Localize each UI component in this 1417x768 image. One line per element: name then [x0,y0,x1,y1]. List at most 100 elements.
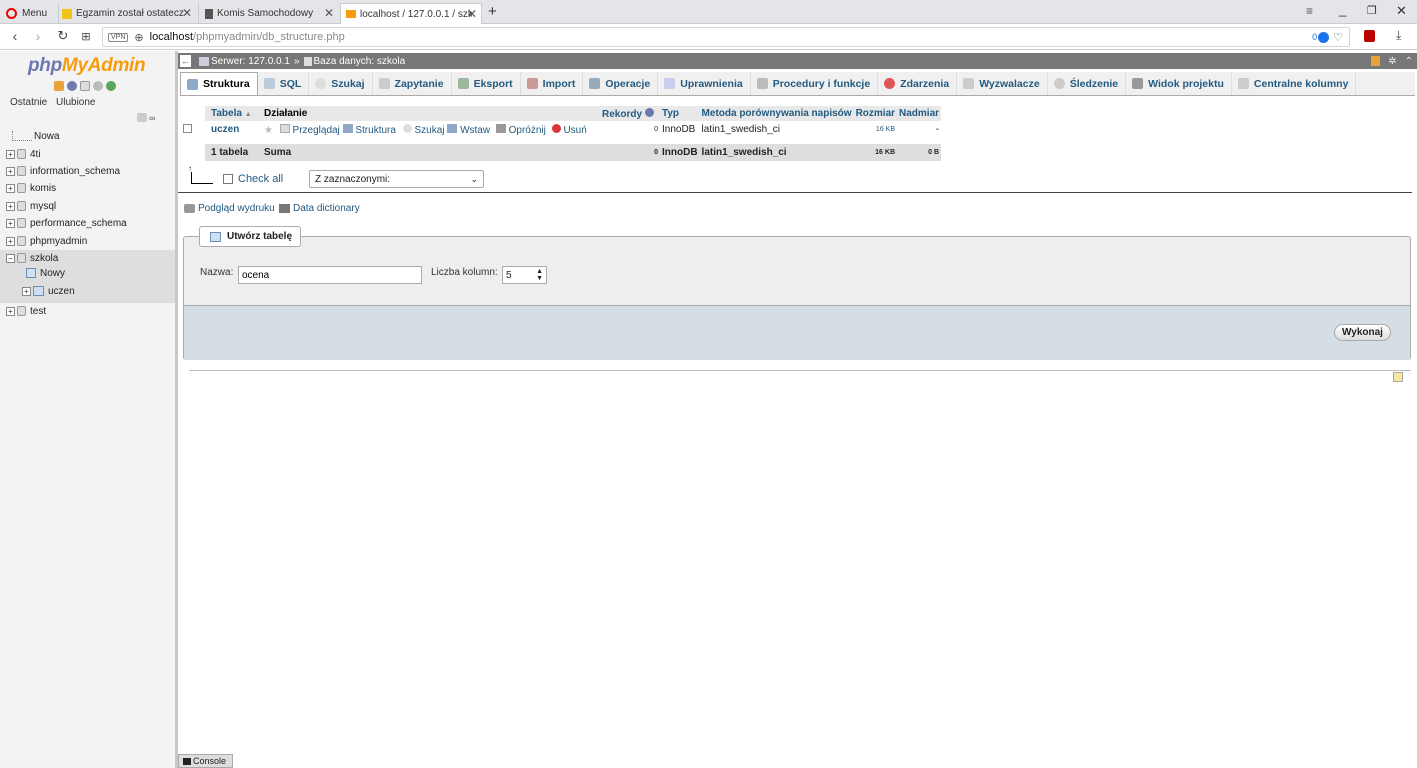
structure-link[interactable]: Struktura [355,125,396,136]
expand-icon[interactable]: + [22,286,31,296]
expand-icon[interactable]: + [6,166,15,176]
tree-item-new[interactable]: Nowa [6,128,60,144]
tab-routines[interactable]: Procedury i funkcje [751,72,879,95]
notes-icon[interactable] [1393,372,1403,382]
link-with-main-icon[interactable]: ∞ [149,113,155,123]
extension-shield-icon[interactable] [1364,30,1375,42]
tab-close-icon[interactable]: ✕ [182,6,192,20]
with-selected-select[interactable]: Z zaznaczonymi: ⌄ [309,170,484,188]
check-all-label[interactable]: Check all [238,173,283,185]
drop-link[interactable]: Usuń [563,125,586,136]
data-dictionary-link[interactable]: Data dictionary [279,203,360,214]
vpn-badge[interactable]: VPN [108,32,129,42]
tab-query[interactable]: Zapytanie [373,72,452,95]
table-name-input[interactable] [238,266,422,284]
reload-icon[interactable]: ↻ [55,28,71,44]
tab-designer[interactable]: Widok projektu [1126,72,1232,95]
collapse-all-icon[interactable] [137,113,147,122]
sidebar-tab-favorites[interactable]: Ulubione [56,97,95,108]
tree-item-db-komis[interactable]: + komis [6,180,56,196]
header-records[interactable]: Rekordy [600,106,660,121]
tree-item-db-mysql[interactable]: + mysql [6,198,56,214]
search-link[interactable]: Szukaj [415,125,445,136]
tree-item-db-phpmyadmin[interactable]: + phpmyadmin [6,233,87,249]
tab-operations[interactable]: Operacje [583,72,659,95]
tab-menu-icon[interactable]: ≡ [1306,4,1313,18]
new-tab-icon[interactable]: + [488,3,497,20]
tab-events[interactable]: Zdarzenia [878,72,958,95]
breadcrumb-database[interactable]: Baza danych: szkola [314,56,406,67]
columns-count-input[interactable]: 5 ▲ ▼ [502,266,547,284]
empty-link[interactable]: Opróżnij [509,125,546,136]
breadcrumb-server[interactable]: Serwer: 127.0.0.1 [211,56,290,67]
tree-item-db-4ti[interactable]: +4ti [6,146,41,162]
tree-item-db-information-schema[interactable]: + information_schema [6,163,120,179]
download-icon[interactable]: ⤓ [1396,28,1401,43]
back-icon[interactable]: ‹ [7,28,23,44]
restore-icon[interactable]: ❐ [1367,4,1377,17]
header-table[interactable]: Tabela ▲ [209,106,262,121]
sidebar-tab-recent[interactable]: Ostatnie [10,97,47,108]
browser-tab-2[interactable]: Komis Samochodowy ✕ [198,3,338,24]
reload-nav-icon[interactable] [106,81,116,91]
tree-item-db-szkola[interactable]: − szkola [6,250,58,266]
settings-gear-icon[interactable] [93,81,103,91]
tree-item-db-performance-schema[interactable]: + performance_schema [6,215,127,231]
forward-icon[interactable]: › [30,28,46,44]
tree-item-table-uczen[interactable]: + uczen [22,283,75,299]
tree-item-db-test[interactable]: + test [6,303,46,319]
tab-structure[interactable]: Struktura [180,72,258,95]
spinner-icon[interactable]: ▲ ▼ [536,268,543,282]
tab-close-icon[interactable]: ✕ [467,7,477,21]
home-icon[interactable] [54,81,64,91]
window-close-icon[interactable]: ✕ [1396,3,1407,19]
lock-icon[interactable] [1371,56,1381,66]
tab-search[interactable]: Szukaj [309,72,373,95]
speed-dial-icon[interactable]: ⊞ [78,30,94,43]
browser-menu-button[interactable]: Menu [6,3,58,24]
tab-import[interactable]: Import [521,72,584,95]
tab-tracking[interactable]: Śledzenie [1048,72,1127,95]
header-type[interactable]: Typ [660,106,700,121]
row-size[interactable]: 16 KB [854,121,897,138]
check-all-control[interactable]: Check all [223,173,283,185]
check-all-checkbox[interactable] [223,174,233,184]
expand-icon[interactable]: + [6,236,15,246]
favorite-star-icon[interactable]: ★ [264,125,273,136]
row-table-name[interactable]: uczen [209,121,262,138]
collapse-panel-icon[interactable]: ← [180,55,191,67]
expand-icon[interactable]: + [6,201,15,211]
minimize-icon[interactable]: _ [1339,2,1346,17]
adblock-icon[interactable] [1318,31,1330,43]
settings-gear-icon[interactable]: ✲ [1388,56,1396,67]
bookmark-heart-icon[interactable]: ♡ [1333,31,1343,44]
url-field[interactable]: VPN ⊕ localhost/phpmyadmin/db_structure.… [102,27,1350,47]
tab-close-icon[interactable]: ✕ [324,6,334,20]
expand-icon[interactable]: + [6,183,15,193]
tab-triggers[interactable]: Wyzwalacze [957,72,1048,95]
phpmyadmin-logo[interactable]: phpMyAdmin [28,55,146,77]
help-icon[interactable] [644,107,654,117]
expand-icon[interactable]: + [6,218,15,228]
expand-icon[interactable]: + [6,306,15,316]
insert-link[interactable]: Wstaw [460,125,490,136]
header-size[interactable]: Rozmiar [853,106,898,121]
browser-tab-1[interactable]: Egzamin został ostatecznie ✕ [58,3,196,24]
collapse-icon[interactable]: − [6,253,15,263]
expand-icon[interactable]: + [6,149,15,159]
print-preview-link[interactable]: Podgląd wydruku [184,203,275,214]
collapse-top-icon[interactable]: ⌃ [1405,56,1413,67]
header-overhead[interactable]: Nadmiar [897,106,942,121]
tab-export[interactable]: Eksport [452,72,521,95]
browse-link[interactable]: Przeglądaj [293,125,340,136]
tab-sql[interactable]: SQL [258,72,310,95]
go-button[interactable]: Wykonaj [1334,323,1391,341]
header-collation[interactable]: Metoda porównywania napisów [699,106,854,121]
tab-central-columns[interactable]: Centralne kolumny [1232,72,1357,95]
console-toggle[interactable]: Console [178,754,233,768]
logout-icon[interactable] [67,81,77,91]
tree-item-new-table[interactable]: Nowy [26,265,65,281]
docs-icon[interactable] [80,81,90,91]
browser-tab-3-active[interactable]: localhost / 127.0.0.1 / szko ✕ [340,3,482,24]
tab-privileges[interactable]: Uprawnienia [658,72,751,95]
